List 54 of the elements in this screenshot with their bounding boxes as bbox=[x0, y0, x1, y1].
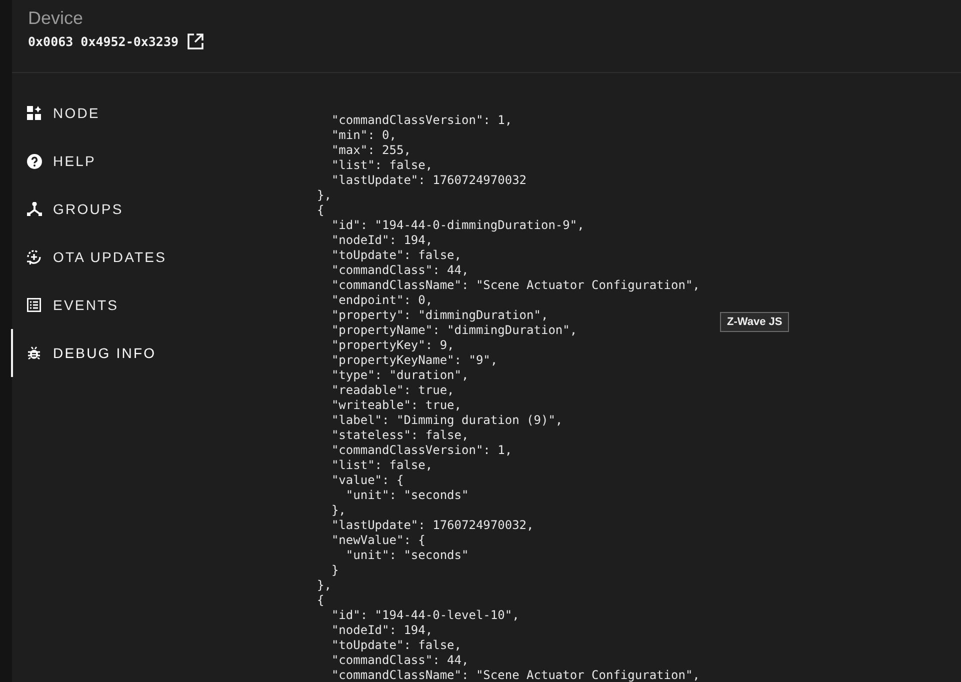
code-line: "type": "duration", bbox=[330, 368, 469, 383]
bug-icon bbox=[27, 346, 41, 360]
code-line: }, bbox=[317, 578, 332, 593]
code-line: "commandClassVersion": 1, bbox=[330, 443, 512, 458]
code-line: "commandClassName": "Scene Actuator Configuration", bbox=[330, 668, 700, 682]
code-line: "id": "194-44-0-dimmingDuration-9", bbox=[330, 218, 584, 233]
update-icon bbox=[26, 249, 42, 265]
nav-item[interactable]: OTA UPDATES bbox=[11, 233, 317, 281]
code-line: "endpoint": 0, bbox=[330, 293, 433, 308]
code-line: "label": "Dimming duration (9)", bbox=[330, 413, 563, 428]
code-line: "list": false, bbox=[330, 158, 433, 173]
code-line: "unit": "seconds" bbox=[344, 548, 469, 563]
nav-item[interactable]: HELP bbox=[11, 137, 317, 185]
external-link-icon[interactable] bbox=[186, 33, 204, 50]
code-line: "list": false, bbox=[330, 458, 433, 473]
nav-item[interactable]: GROUPS bbox=[11, 185, 317, 233]
code-line: "nodeId": 194, bbox=[330, 623, 433, 638]
code-line: "min": 0, bbox=[330, 128, 396, 143]
code-line: "value": { bbox=[330, 473, 404, 488]
code-line: "property": "dimmingDuration", bbox=[330, 308, 548, 323]
dashboard-icon bbox=[27, 106, 41, 120]
list-icon bbox=[27, 298, 41, 312]
code-line: "newValue": { bbox=[330, 533, 426, 548]
code-line: "stateless": false, bbox=[330, 428, 469, 443]
code-line: "writeable": true, bbox=[330, 398, 462, 413]
code-line: "nodeId": 194, bbox=[330, 233, 433, 248]
nav-item[interactable]: NODE bbox=[11, 89, 317, 137]
code-line: "commandClassVersion": 1, bbox=[330, 113, 512, 128]
code-line: "lastUpdate": 1760724970032 bbox=[330, 173, 527, 188]
code-line: "propertyName": "dimmingDuration", bbox=[330, 323, 578, 338]
code-line: "commandClassName": "Scene Actuator Configuration", bbox=[330, 278, 700, 293]
code-line: "propertyKey": 9, bbox=[330, 338, 454, 353]
code-line: "toUpdate": false, bbox=[330, 638, 462, 653]
code-line: "max": 255, bbox=[330, 143, 411, 158]
code-line: "propertyKeyName": "9", bbox=[330, 353, 498, 368]
code-line: "commandClass": 44, bbox=[330, 263, 469, 278]
code-line: "lastUpdate": 1760724970032, bbox=[330, 518, 534, 533]
page-title: Device bbox=[28, 7, 84, 30]
tooltip: Z-Wave JS bbox=[720, 312, 790, 332]
code-line: "id": "194-44-0-level-10", bbox=[330, 608, 520, 623]
nav-item[interactable]: EVENTS bbox=[11, 281, 317, 329]
code-line: { bbox=[317, 203, 324, 218]
code-line: { bbox=[317, 593, 324, 608]
code-line: } bbox=[330, 563, 339, 578]
nav-item[interactable]: DEBUG INFO bbox=[11, 329, 317, 377]
code-line: }, bbox=[330, 503, 346, 518]
code-line: "commandClass": 44, bbox=[330, 653, 469, 668]
code-line: "unit": "seconds" bbox=[344, 488, 469, 503]
code-line: "toUpdate": false, bbox=[330, 248, 462, 263]
hierarchy-icon bbox=[26, 202, 42, 216]
device-id: 0x0063 0x4952-0x3239 bbox=[28, 34, 179, 49]
help-icon bbox=[26, 154, 42, 168]
code-line: }, bbox=[317, 188, 332, 203]
code-line: "readable": true, bbox=[330, 383, 454, 398]
